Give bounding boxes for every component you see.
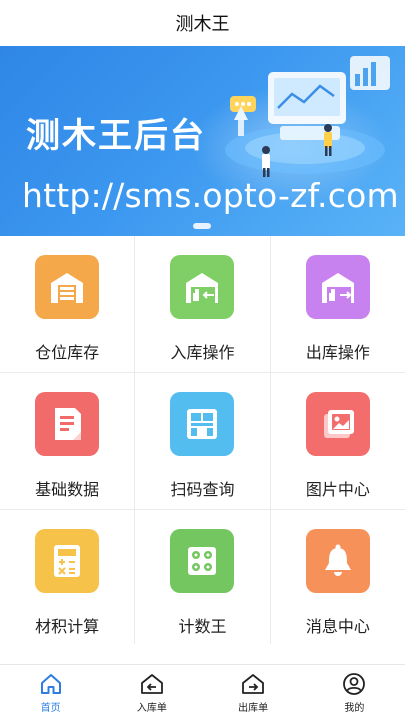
menu-icon-box <box>305 529 370 593</box>
menu-item-counter[interactable]: 计数王 <box>135 510 270 646</box>
inbound-order-icon <box>140 673 163 694</box>
outbound-order-icon <box>242 673 265 694</box>
page-title: 测木王 <box>175 14 230 35</box>
menu-icon-box <box>35 529 100 593</box>
home-icon <box>40 673 61 694</box>
bottom-tabbar: 首页 入库单 出库单 我的 <box>0 664 405 720</box>
menu-icon-box <box>170 529 235 593</box>
menu-icon-box <box>35 255 100 319</box>
bell-icon <box>324 544 351 576</box>
tab-label: 我的 <box>344 702 365 714</box>
menu-item-label: 计数王 <box>178 617 227 636</box>
menu-item-label: 仓位库存 <box>35 343 100 362</box>
menu-item-label: 出库操作 <box>305 343 370 362</box>
tab-label: 出库单 <box>238 702 269 714</box>
menu-item-label: 消息中心 <box>305 617 370 636</box>
banner-illustration <box>225 56 390 177</box>
tab-inbound-order[interactable]: 入库单 <box>101 665 202 720</box>
menu-item-label: 入库操作 <box>170 343 235 362</box>
banner-page-indicator <box>193 223 211 229</box>
banner-headline: 测木王后台 <box>26 116 206 156</box>
promo-banner[interactable]: 测木王后台 http://sms.opto-zf.com <box>0 46 405 236</box>
menu-icon-box <box>170 255 235 319</box>
document-icon <box>55 408 82 440</box>
warehouse-icon <box>51 273 84 303</box>
menu-item-label: 材积计算 <box>35 617 100 636</box>
feature-grid: 仓位库存 入库操作 出库操作 基础数据 扫码查询 图片中心 材积计算 计数王 消… <box>0 236 405 646</box>
warehouse-out-icon <box>321 273 354 303</box>
tab-outbound-order[interactable]: 出库单 <box>203 665 304 720</box>
menu-icon-box <box>305 255 370 319</box>
menu-item-outbound[interactable]: 出库操作 <box>270 236 405 372</box>
top-navbar: 测木王 <box>0 0 405 46</box>
menu-item-inbound[interactable]: 入库操作 <box>135 236 270 372</box>
calculator-icon <box>54 545 81 577</box>
scan-icon <box>187 409 218 439</box>
menu-item-picture-center[interactable]: 图片中心 <box>270 373 405 509</box>
menu-item-inventory[interactable]: 仓位库存 <box>0 236 135 372</box>
counter-icon <box>188 547 217 575</box>
menu-icon-box <box>305 392 370 456</box>
menu-icon-box <box>35 392 100 456</box>
menu-item-label: 基础数据 <box>35 480 100 499</box>
menu-item-scan-query[interactable]: 扫码查询 <box>135 373 270 509</box>
tab-label: 入库单 <box>136 702 167 714</box>
menu-item-volume-calc[interactable]: 材积计算 <box>0 510 135 646</box>
profile-icon <box>343 672 366 695</box>
warehouse-in-icon <box>186 273 219 303</box>
tab-profile[interactable]: 我的 <box>304 665 405 720</box>
menu-item-message-center[interactable]: 消息中心 <box>270 510 405 646</box>
menu-icon-box <box>170 392 235 456</box>
menu-item-label: 扫码查询 <box>170 480 235 499</box>
tab-home[interactable]: 首页 <box>0 665 101 720</box>
menu-item-basic-data[interactable]: 基础数据 <box>0 373 135 509</box>
menu-item-label: 图片中心 <box>305 480 370 499</box>
tab-label: 首页 <box>40 702 61 714</box>
picture-icon <box>323 410 354 438</box>
banner-url: http://sms.opto-zf.com <box>22 176 399 215</box>
